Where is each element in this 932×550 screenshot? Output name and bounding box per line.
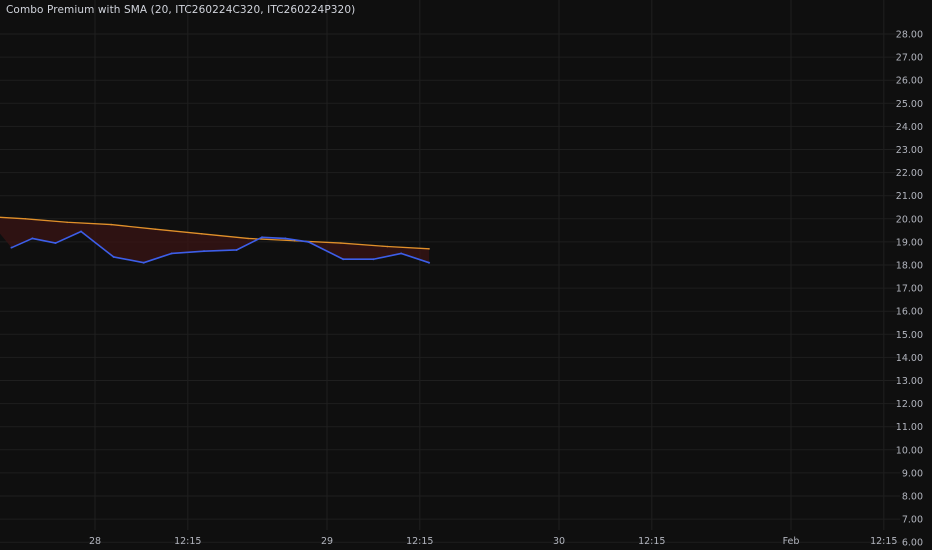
y-tick-label: 28.00 bbox=[896, 30, 923, 41]
chart-canvas[interactable]: 28.00 27.00 26.00 25.00 24.00 23.00 22.00 21.00… bbox=[0, 0, 932, 550]
y-tick-label: 22.00 bbox=[896, 168, 923, 179]
premium-point bbox=[284, 237, 287, 240]
y-tick-label: 17.00 bbox=[896, 284, 923, 295]
premium-point bbox=[235, 248, 238, 251]
premium-point bbox=[307, 240, 310, 243]
y-tick-label: 11.00 bbox=[896, 422, 923, 433]
y-tick-label: 9.00 bbox=[902, 468, 923, 479]
y-tick-label: 25.00 bbox=[896, 99, 923, 110]
y-tick-label: 18.00 bbox=[896, 261, 923, 272]
sma-point bbox=[154, 228, 157, 230]
y-tick-label: 27.00 bbox=[896, 53, 923, 64]
premium-point bbox=[203, 250, 206, 253]
y-tick-label: 7.00 bbox=[902, 515, 923, 526]
y-tick-label: 10.00 bbox=[896, 445, 923, 456]
premium-point bbox=[428, 261, 431, 264]
y-tick-label: 12.00 bbox=[896, 399, 923, 410]
y-tick-label: 14.00 bbox=[896, 353, 923, 364]
sma-point bbox=[293, 239, 296, 242]
y-tick-label: 15.00 bbox=[896, 330, 923, 341]
y-tick-label: 8.00 bbox=[902, 492, 923, 503]
y-tick-label: 13.00 bbox=[896, 376, 923, 387]
x-tick-label: 12:15 bbox=[406, 536, 433, 547]
y-tick-label: 16.00 bbox=[896, 307, 923, 318]
x-tick-label: 12:15 bbox=[174, 536, 201, 547]
premium-point bbox=[10, 246, 13, 249]
premium-point bbox=[112, 255, 115, 258]
x-tick-label: 28 bbox=[89, 536, 101, 547]
premium-point bbox=[400, 252, 403, 255]
premium-point bbox=[54, 242, 57, 245]
premium-point bbox=[80, 230, 83, 233]
indicator-legend-title[interactable]: Combo Premium with SMA (20, ITC260224C32… bbox=[6, 4, 355, 16]
sma-point bbox=[247, 237, 249, 240]
y-tick-label: 26.00 bbox=[896, 76, 923, 87]
sma-point bbox=[200, 233, 203, 235]
chart-background bbox=[0, 0, 932, 550]
y-tick-label: 23.00 bbox=[896, 145, 923, 156]
sma-point bbox=[428, 248, 430, 250]
premium-point bbox=[31, 237, 34, 240]
x-tick-label: 12:15 bbox=[638, 536, 665, 547]
sma-point bbox=[386, 245, 389, 248]
sma-point bbox=[340, 242, 342, 244]
x-tick-label: Feb bbox=[783, 536, 800, 547]
premium-point bbox=[170, 252, 173, 255]
x-tick-label: 30 bbox=[553, 536, 565, 547]
premium-point bbox=[261, 236, 264, 239]
x-tick-label: 29 bbox=[321, 536, 333, 547]
y-tick-label: 20.00 bbox=[896, 214, 923, 225]
y-tick-label: 19.00 bbox=[896, 237, 923, 248]
y-tick-label: 21.00 bbox=[896, 191, 923, 202]
premium-point bbox=[372, 258, 375, 261]
premium-point bbox=[142, 261, 145, 264]
y-tick-label: 6.00 bbox=[902, 538, 923, 549]
premium-point bbox=[342, 258, 345, 261]
sma-point bbox=[24, 218, 27, 220]
sma-point bbox=[110, 223, 113, 226]
y-tick-label: 24.00 bbox=[896, 122, 923, 133]
x-tick-label: 12:15 bbox=[870, 536, 897, 547]
sma-point bbox=[66, 221, 68, 224]
